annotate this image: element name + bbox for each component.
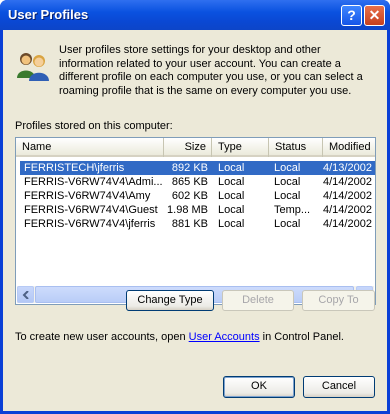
close-button[interactable]: ✕ xyxy=(364,5,385,26)
profile-size: 1.98 MB xyxy=(167,204,208,216)
column-header-modified[interactable]: Modified xyxy=(323,138,375,157)
chevron-left-icon xyxy=(22,291,29,299)
dialog-body: User profiles store settings for your de… xyxy=(3,30,387,411)
user-profiles-dialog: User Profiles ? ✕ User profiles store se… xyxy=(0,0,390,414)
table-row[interactable]: FERRISTECH\jferris 892 KB Local Local 4/… xyxy=(16,161,375,175)
column-header-size[interactable]: Size xyxy=(164,138,212,157)
title-bar[interactable]: User Profiles ? ✕ xyxy=(0,0,390,30)
profile-modified: 4/14/2002 xyxy=(323,204,372,216)
profiles-list[interactable]: Name Size Type Status Modified FERRISTEC… xyxy=(15,137,376,305)
ok-button[interactable]: OK xyxy=(223,376,295,398)
table-row[interactable]: FERRIS-V6RW74V4\Admi... 865 KB Local Loc… xyxy=(16,175,375,189)
profile-status: Temp... xyxy=(274,204,311,216)
table-row[interactable]: FERRIS-V6RW74V4\Amy 602 KB Local Local 4… xyxy=(16,189,375,203)
create-accounts-text: To create new user accounts, open User A… xyxy=(15,331,344,343)
window-title: User Profiles xyxy=(8,7,89,22)
profile-name: FERRIS-V6RW74V4\Admi... xyxy=(24,176,162,188)
profile-type: Local xyxy=(218,176,245,188)
profile-status: Local xyxy=(274,176,301,188)
profile-modified: 4/14/2002 xyxy=(323,218,372,230)
table-row[interactable]: FERRIS-V6RW74V4\jferris 881 KB Local Loc… xyxy=(16,217,375,231)
profile-modified: 4/14/2002 xyxy=(323,176,372,188)
profile-modified: 4/13/2002 xyxy=(323,162,372,174)
profile-status: Local xyxy=(274,218,301,230)
profile-modified: 4/14/2002 xyxy=(323,190,372,202)
list-header: Name Size Type Status Modified xyxy=(16,138,375,157)
profile-type: Local xyxy=(218,162,245,174)
cancel-button[interactable]: Cancel xyxy=(303,376,375,398)
table-row[interactable]: FERRIS-V6RW74V4\Guest 1.98 MB Local Temp… xyxy=(16,203,375,217)
profile-name: FERRISTECH\jferris xyxy=(24,162,125,174)
column-header-name[interactable]: Name xyxy=(16,138,164,157)
profile-size: 865 KB xyxy=(171,176,208,188)
profile-size: 602 KB xyxy=(171,190,208,202)
profile-type: Local xyxy=(218,204,245,216)
change-type-button[interactable]: Change Type xyxy=(126,290,214,311)
profile-name: FERRIS-V6RW74V4\Amy xyxy=(24,190,151,202)
column-header-status[interactable]: Status xyxy=(269,138,323,157)
copy-to-button[interactable]: Copy To xyxy=(302,290,375,311)
column-header-type[interactable]: Type xyxy=(212,138,269,157)
profile-name: FERRIS-V6RW74V4\Guest xyxy=(24,204,158,216)
profiles-label: Profiles stored on this computer: xyxy=(15,120,173,132)
users-icon xyxy=(17,53,49,81)
profile-size: 892 KB xyxy=(171,162,208,174)
profile-type: Local xyxy=(218,218,245,230)
help-button[interactable]: ? xyxy=(341,5,362,26)
profile-name: FERRIS-V6RW74V4\jferris xyxy=(24,218,156,230)
profile-status: Local xyxy=(274,190,301,202)
user-accounts-link[interactable]: User Accounts xyxy=(189,331,260,343)
delete-button[interactable]: Delete xyxy=(222,290,294,311)
profile-size: 881 KB xyxy=(171,218,208,230)
intro-text: User profiles store settings for your de… xyxy=(59,44,363,97)
profile-status: Local xyxy=(274,162,301,174)
scroll-left-button[interactable] xyxy=(17,286,34,303)
profile-type: Local xyxy=(218,190,245,202)
